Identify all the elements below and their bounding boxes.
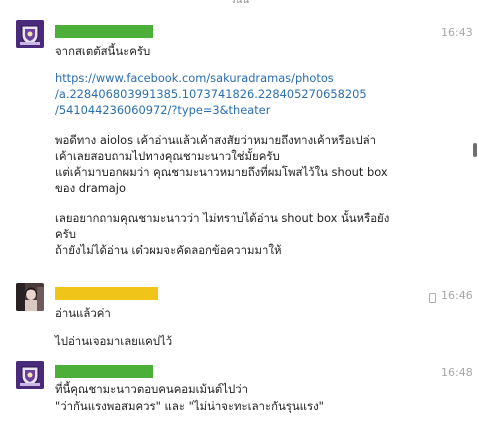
chat-log[interactable]: วนน 16:43 จากสเตตัสนี้นะครับ https://www…	[0, 0, 479, 429]
message-text: อ่านแล้วค่า	[55, 306, 111, 320]
sender-name-redacted	[55, 287, 158, 300]
message-timestamp: 16:43	[441, 26, 473, 39]
message-text: เค้าเลยสอบถามไปทางคุณชามะนาวใช่มั้ยครับ	[55, 149, 280, 163]
message-text: แต่เค้ามาบอกผมว่า คุณชามะนาวหมายถึงที่ผม…	[55, 165, 388, 179]
school-crest-avatar-icon[interactable]	[16, 361, 44, 389]
sender-name-redacted	[55, 365, 153, 378]
message-text: เลยอยากถามคุณชามะนาวว่า ไม่ทราบได้อ่าน s…	[55, 211, 390, 225]
message-timestamp: 16:48	[441, 366, 473, 379]
user-photo-avatar-icon[interactable]	[16, 283, 44, 311]
message-text: ไปอ่านเจอมาเลยแคปไว้	[55, 334, 173, 348]
sender-name-redacted	[55, 25, 153, 38]
message-link[interactable]: /541044236060972/?type=3&theater	[55, 102, 435, 118]
previous-message-fragment: วนน	[229, 0, 250, 6]
mobile-phone-icon	[429, 293, 436, 303]
message-link[interactable]: https://www.facebook.com/sakuradramas/ph…	[55, 70, 435, 86]
scrollbar-thumb[interactable]	[473, 143, 477, 157]
message-text: ถ้ายังไม่ได้อ่าน เด๋วผมจะคัดลอกข้อความมา…	[55, 243, 282, 257]
message-text: ของ dramajo	[55, 181, 126, 195]
message-timestamp: 16:46	[441, 289, 473, 302]
message-link[interactable]: /a.228406803991385.1073741826.2284052706…	[55, 86, 435, 102]
message-text: ที่นี้คุณชามะนาวตอบคนคอมเม้นต์ไปว่า	[55, 382, 248, 396]
message-text: ครับ	[55, 227, 76, 241]
message-text: จากสเตตัสนี้นะครับ	[55, 44, 151, 58]
message-text: พอดีทาง aiolos เค้าอ่านแล้วเค้าสงสัยว่าห…	[55, 133, 377, 147]
message-text: "ว่ากันแรงพอสมควร" และ "ไม่น่าจะทะเลาะกั…	[55, 399, 324, 413]
school-crest-avatar-icon[interactable]	[16, 20, 44, 48]
